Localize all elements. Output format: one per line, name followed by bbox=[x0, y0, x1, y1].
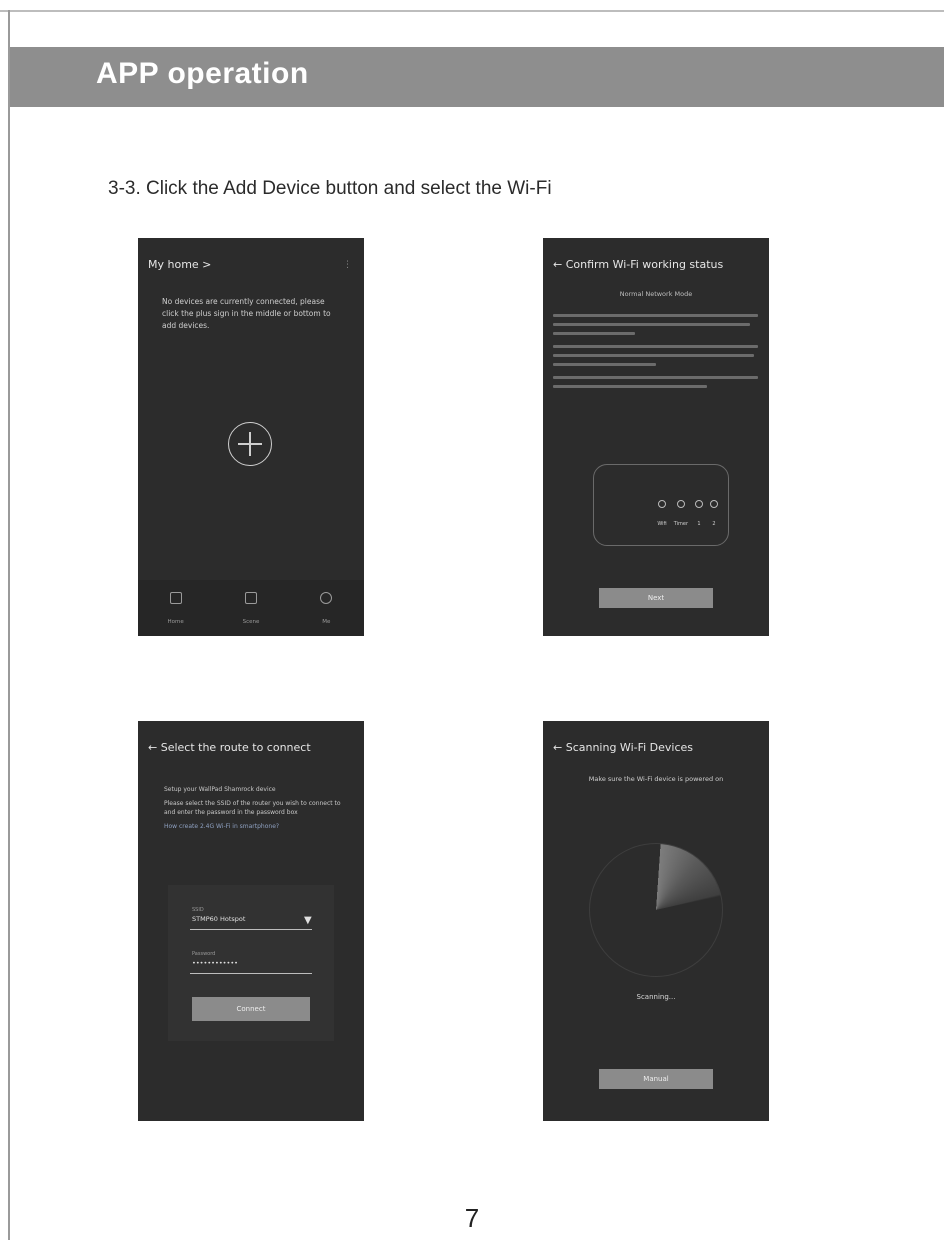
step-text: 3-3. Click the Add Device button and sel… bbox=[108, 178, 552, 199]
tab-bar: Home Scene Me bbox=[138, 580, 364, 636]
password-label: Password bbox=[192, 951, 216, 957]
section-title: APP operation bbox=[96, 57, 309, 90]
tab-me[interactable]: Me bbox=[289, 580, 364, 636]
empty-devices-message: No devices are currently connected, plea… bbox=[162, 297, 331, 330]
scanning-status: Scanning... bbox=[636, 993, 676, 1001]
led-wifi: Wifi bbox=[657, 500, 667, 529]
ssid-underline bbox=[190, 929, 312, 930]
tab-scene[interactable]: Scene bbox=[213, 580, 288, 636]
route-header[interactable]: ← Select the route to connect bbox=[148, 741, 311, 754]
instruction-line: Setup your WallPad Shamrock device bbox=[164, 786, 276, 793]
device-panel-illustration: Wifi Timer 1 2 bbox=[593, 464, 729, 546]
instruction-line: Please select the SSID of the router you… bbox=[164, 800, 341, 816]
dropdown-icon[interactable]: ▼ bbox=[304, 915, 312, 926]
connect-button[interactable]: Connect bbox=[192, 997, 310, 1021]
led-indicators: Wifi Timer 1 2 bbox=[657, 500, 718, 529]
led-2: 2 bbox=[710, 500, 718, 529]
page-number: 7 bbox=[464, 1203, 480, 1233]
more-icon[interactable]: ⋮ bbox=[343, 260, 352, 270]
add-device-button[interactable] bbox=[228, 422, 272, 466]
instruction-lines bbox=[553, 308, 758, 388]
mode-subtitle: Normal Network Mode bbox=[619, 290, 693, 298]
tab-label: Scene bbox=[242, 619, 260, 625]
password-underline bbox=[190, 973, 312, 974]
home-icon bbox=[169, 592, 182, 604]
tab-label: Me bbox=[322, 619, 331, 625]
top-rule bbox=[0, 10, 944, 12]
scene-icon bbox=[244, 592, 257, 604]
next-button[interactable]: Next bbox=[599, 588, 713, 608]
profile-icon bbox=[320, 592, 333, 604]
section-banner: APP operation bbox=[10, 47, 944, 107]
phone-screen-confirm-wifi: ← Confirm Wi-Fi working status Normal Ne… bbox=[543, 238, 769, 636]
led-1: 1 bbox=[695, 500, 703, 529]
tab-label: Home bbox=[167, 619, 184, 625]
ssid-label: SSID bbox=[192, 907, 204, 913]
power-on-message: Make sure the Wi-Fi device is powered on bbox=[588, 775, 724, 783]
wifi-form-card: SSID STMP60 Hotspot ▼ Password •••••••••… bbox=[168, 885, 334, 1041]
help-link[interactable]: How create 2.4G Wi-Fi in smartphone? bbox=[164, 822, 344, 831]
led-timer: Timer bbox=[674, 500, 688, 529]
phone-screen-home: My home > ⋮ No devices are currently con… bbox=[138, 238, 364, 636]
radar-scan-icon bbox=[589, 843, 723, 977]
phone-screen-select-route: ← Select the route to connect Setup your… bbox=[138, 721, 364, 1121]
tab-home[interactable]: Home bbox=[138, 580, 213, 636]
left-rule bbox=[8, 10, 10, 1240]
scanning-header[interactable]: ← Scanning Wi-Fi Devices bbox=[553, 741, 693, 754]
confirm-header[interactable]: ← Confirm Wi-Fi working status bbox=[553, 258, 723, 271]
phone-screen-scanning: ← Scanning Wi-Fi Devices Make sure the W… bbox=[543, 721, 769, 1121]
home-header[interactable]: My home > bbox=[148, 258, 211, 271]
password-field[interactable]: •••••••••••• bbox=[192, 959, 238, 967]
route-instructions: Setup your WallPad Shamrock device Pleas… bbox=[164, 785, 344, 831]
manual-button[interactable]: Manual bbox=[599, 1069, 713, 1089]
ssid-field[interactable]: STMP60 Hotspot bbox=[192, 915, 245, 923]
